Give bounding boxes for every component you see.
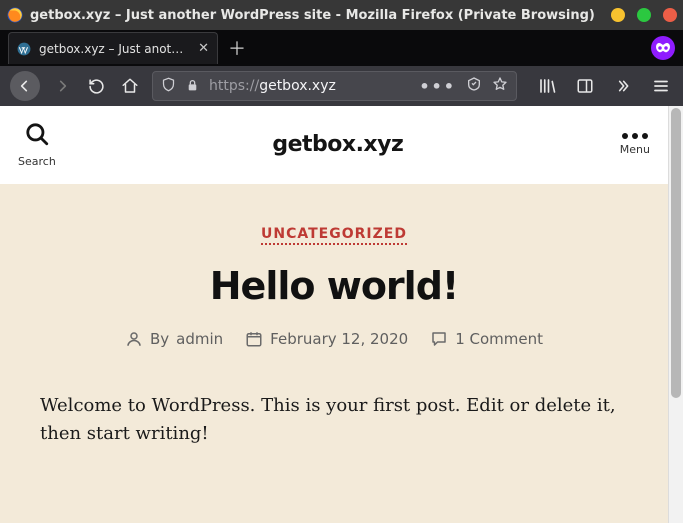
menu-label: Menu xyxy=(620,143,650,156)
by-word: By xyxy=(150,330,169,348)
comment-icon xyxy=(430,330,448,348)
category-link[interactable]: UNCATEGORIZED xyxy=(261,226,407,245)
search-toggle[interactable]: Search xyxy=(18,121,56,168)
search-icon xyxy=(24,121,50,151)
firefox-icon xyxy=(6,6,24,24)
home-button[interactable] xyxy=(118,74,142,98)
post-author-group: By admin xyxy=(125,330,223,348)
page-actions-icon[interactable]: ••• xyxy=(419,77,456,96)
url-text: https://getbox.xyz xyxy=(209,78,409,94)
sidebar-icon[interactable] xyxy=(573,74,597,98)
page-viewport: Search getbox.xyz Menu UNCATEGORIZED Hel… xyxy=(0,106,683,523)
menu-toggle[interactable]: Menu xyxy=(620,133,650,156)
reader-mode-icon[interactable] xyxy=(466,76,482,96)
lock-icon[interactable] xyxy=(186,77,199,96)
tab-close-button[interactable]: ✕ xyxy=(198,41,209,56)
url-bar[interactable]: https://getbox.xyz ••• xyxy=(152,71,517,101)
post-comments-group: 1 Comment xyxy=(430,330,543,348)
site-content: UNCATEGORIZED Hello world! By admin Febr… xyxy=(0,184,668,523)
author-icon xyxy=(125,330,143,348)
forward-button[interactable] xyxy=(50,74,74,98)
post-category: UNCATEGORIZED xyxy=(40,226,628,242)
vertical-scrollbar[interactable] xyxy=(668,106,683,523)
window-minimize-button[interactable] xyxy=(611,8,625,22)
post-meta: By admin February 12, 2020 1 Comment xyxy=(40,330,628,348)
calendar-icon xyxy=(245,330,263,348)
scrollbar-thumb[interactable] xyxy=(671,108,681,398)
post-date-group: February 12, 2020 xyxy=(245,330,408,348)
comments-link[interactable]: 1 Comment xyxy=(455,330,543,348)
back-button[interactable] xyxy=(10,71,40,101)
author-link[interactable]: admin xyxy=(176,330,223,348)
window-maximize-button[interactable] xyxy=(637,8,651,22)
post-content: Welcome to WordPress. This is your first… xyxy=(40,392,628,448)
menu-icon xyxy=(622,133,648,139)
wordpress-favicon-icon xyxy=(17,42,31,56)
date-link[interactable]: February 12, 2020 xyxy=(270,330,408,348)
app-menu-icon[interactable] xyxy=(649,74,673,98)
search-label: Search xyxy=(18,155,56,168)
tab-strip: getbox.xyz – Just another W ✕ ＋ xyxy=(0,30,683,66)
private-browsing-icon xyxy=(651,36,675,60)
new-tab-button[interactable]: ＋ xyxy=(226,37,248,59)
window-titlebar: getbox.xyz – Just another WordPress site… xyxy=(0,0,683,30)
window-close-button[interactable] xyxy=(663,8,677,22)
browser-toolbar: https://getbox.xyz ••• xyxy=(0,66,683,106)
tracking-protection-icon[interactable] xyxy=(161,77,176,96)
site-header: Search getbox.xyz Menu xyxy=(0,106,668,184)
post-title[interactable]: Hello world! xyxy=(40,264,628,308)
tab-title: getbox.xyz – Just another W xyxy=(39,42,190,56)
browser-tab[interactable]: getbox.xyz – Just another W ✕ xyxy=(8,32,218,64)
bookmark-star-icon[interactable] xyxy=(492,76,508,96)
window-title: getbox.xyz – Just another WordPress site… xyxy=(30,8,599,23)
site-title[interactable]: getbox.xyz xyxy=(272,132,403,157)
overflow-icon[interactable] xyxy=(611,74,635,98)
reload-button[interactable] xyxy=(84,74,108,98)
library-icon[interactable] xyxy=(535,74,559,98)
